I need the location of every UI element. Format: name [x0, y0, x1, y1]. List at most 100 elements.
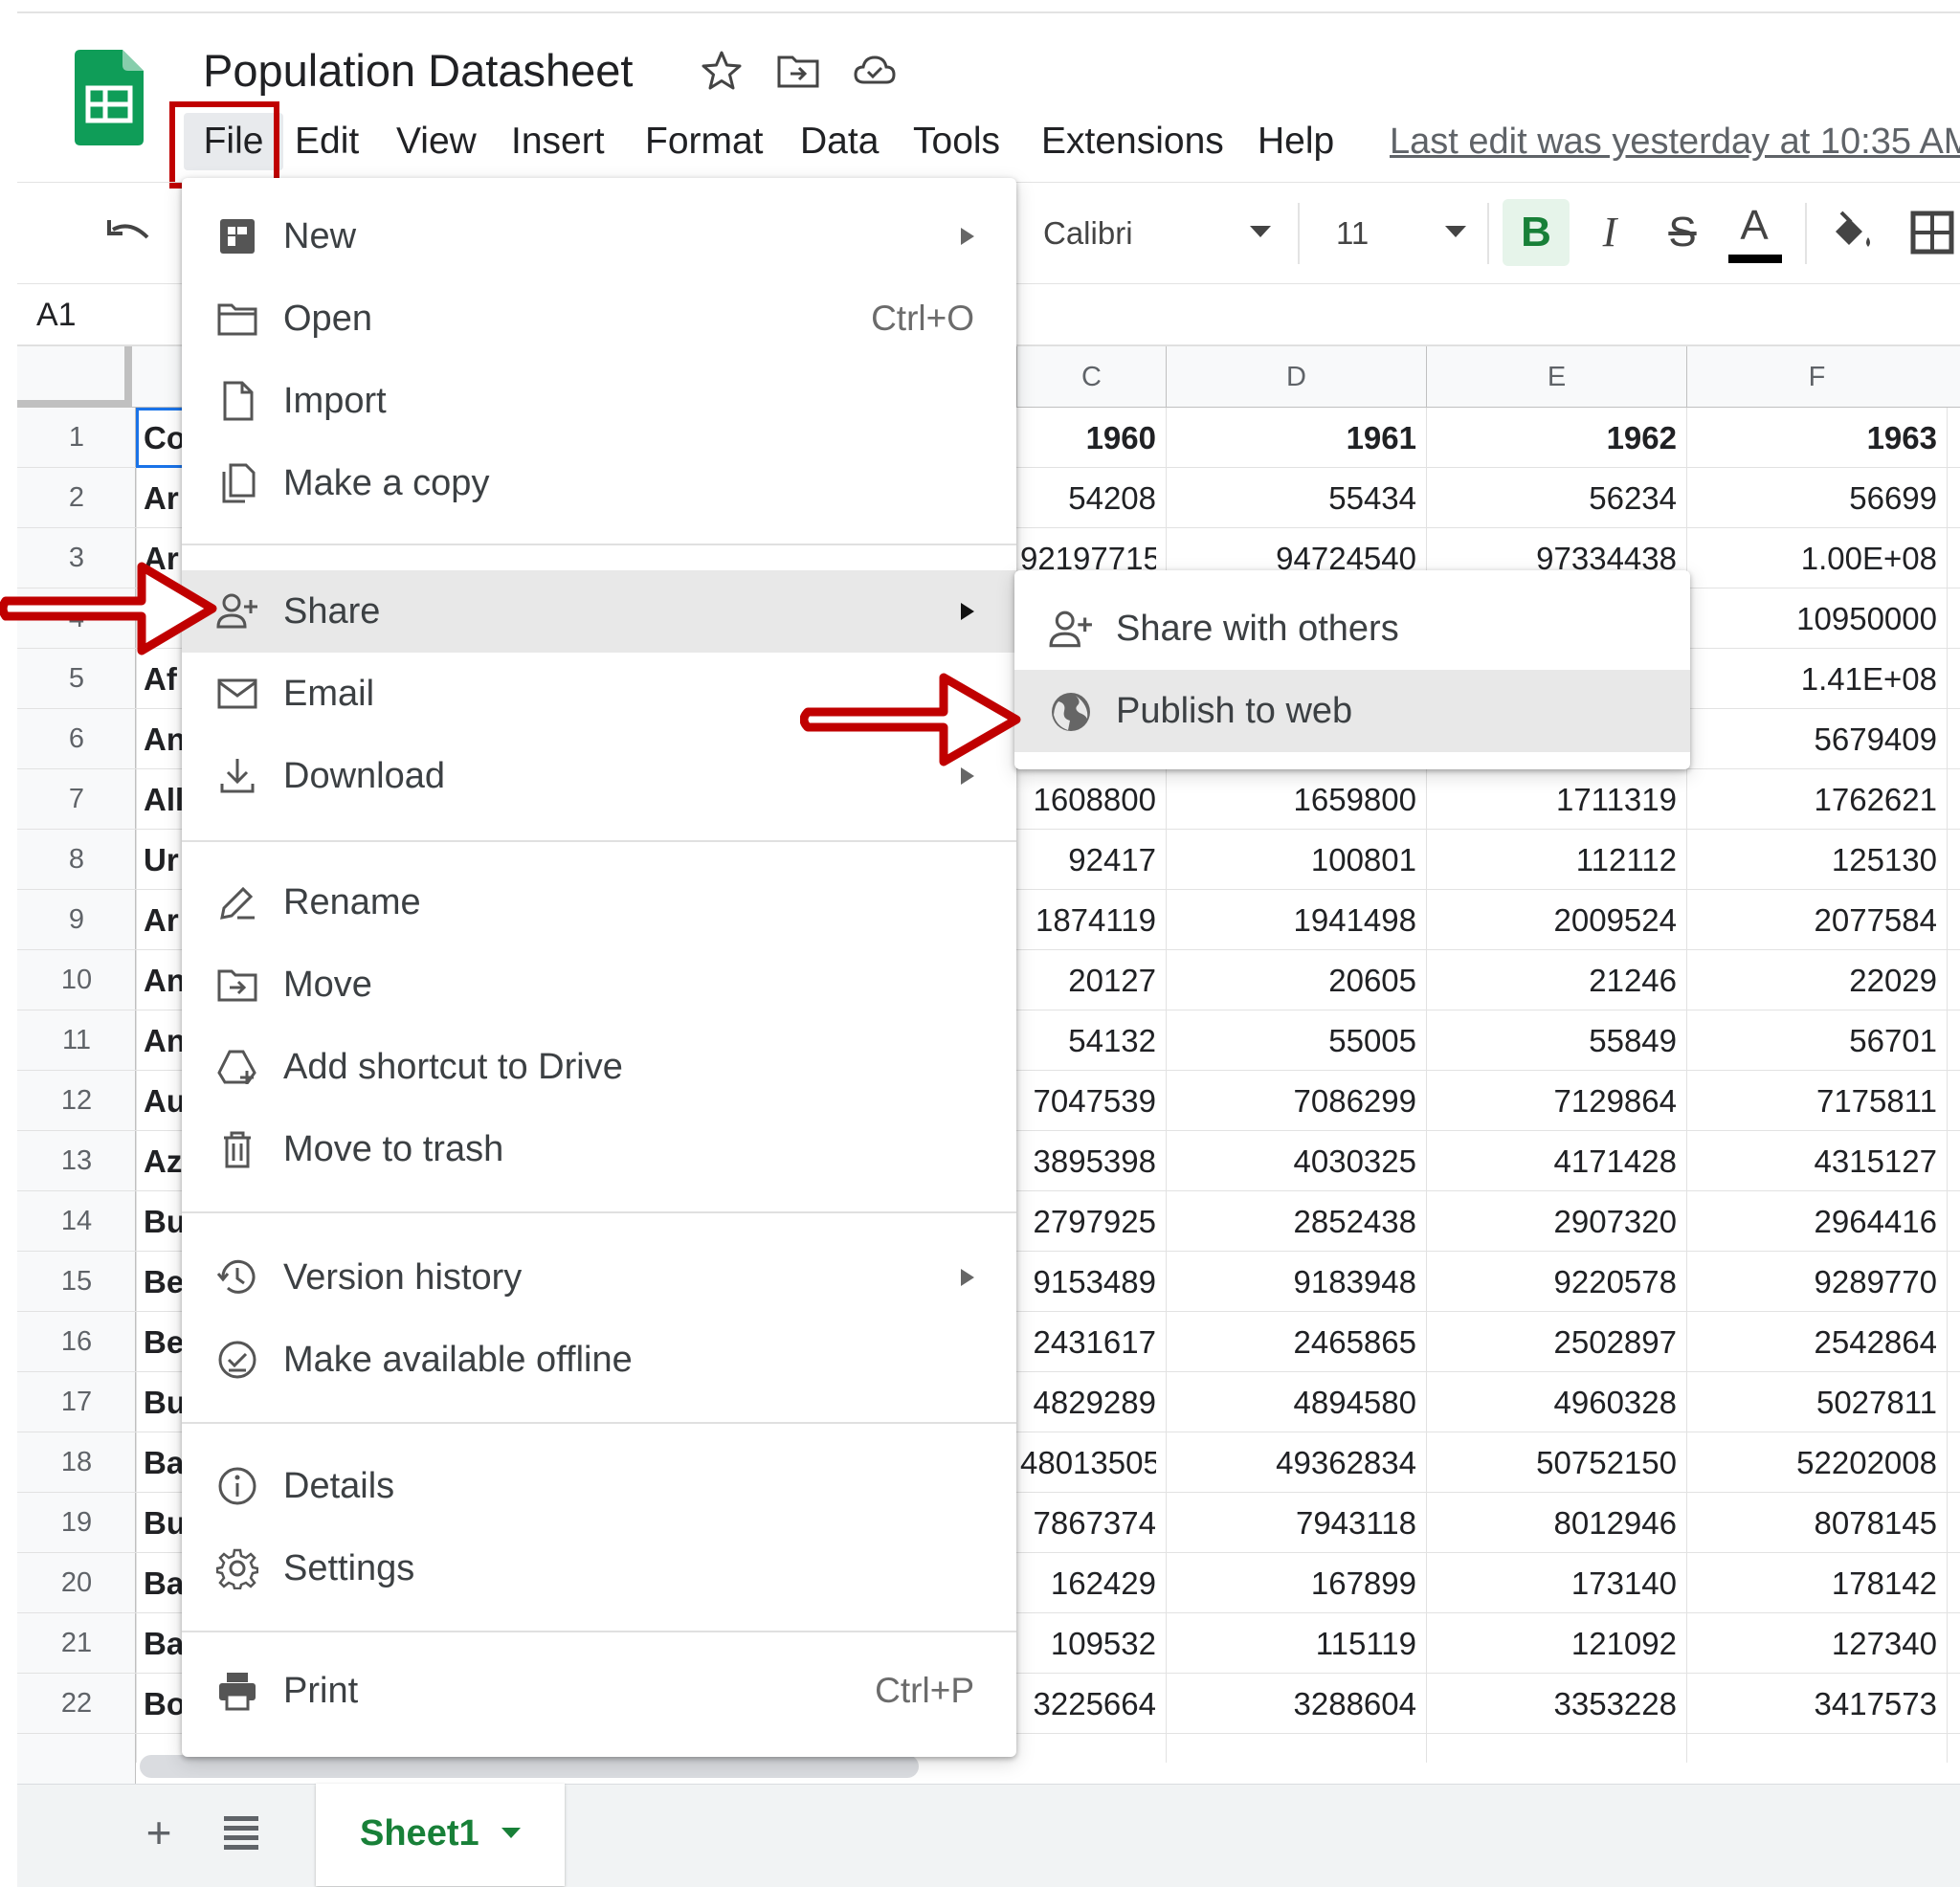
table-cell[interactable]: 56234	[1430, 468, 1677, 528]
row-header[interactable]: 17	[17, 1372, 136, 1432]
table-cell[interactable]: 9153489	[1020, 1252, 1156, 1312]
row-header[interactable]: 8	[17, 830, 136, 890]
table-cell[interactable]: 2542864	[1690, 1312, 1937, 1372]
menu-help[interactable]: Help	[1258, 113, 1334, 170]
column-header-c[interactable]: C	[1016, 346, 1166, 408]
table-cell[interactable]: 55434	[1169, 468, 1416, 528]
table-cell[interactable]: 7175811	[1690, 1071, 1937, 1131]
table-cell[interactable]: 55005	[1169, 1010, 1416, 1071]
table-cell[interactable]: 5679409	[1690, 709, 1937, 769]
menu-format[interactable]: Format	[645, 113, 764, 170]
strikethrough-button[interactable]: S	[1656, 199, 1709, 266]
table-cell[interactable]: Ar	[144, 890, 182, 950]
table-cell[interactable]: 112112	[1430, 830, 1677, 890]
borders-icon[interactable]	[1910, 211, 1954, 255]
table-cell[interactable]: An	[144, 950, 182, 1010]
table-cell[interactable]: Bu	[144, 1372, 182, 1432]
table-cell[interactable]: 162429	[1020, 1553, 1156, 1613]
table-cell[interactable]: 54132	[1020, 1010, 1156, 1071]
all-sheets-list-icon[interactable]	[222, 1810, 260, 1854]
row-header[interactable]: 20	[17, 1553, 136, 1613]
table-cell[interactable]: Az	[144, 1131, 182, 1191]
table-cell[interactable]: 167899	[1169, 1553, 1416, 1613]
table-cell[interactable]: 1711319	[1430, 769, 1677, 830]
table-cell[interactable]: 5027811	[1690, 1372, 1937, 1432]
menu-item-make-copy[interactable]: Make a copy	[182, 442, 1016, 524]
name-box[interactable]: A1	[36, 291, 77, 339]
document-title[interactable]: Population Datasheet	[203, 42, 633, 100]
table-cell[interactable]: 7047539	[1020, 1071, 1156, 1131]
table-cell[interactable]: 1762621	[1690, 769, 1937, 830]
table-cell[interactable]: 127340	[1690, 1613, 1937, 1674]
cloud-status-icon[interactable]	[852, 48, 898, 94]
menu-insert[interactable]: Insert	[511, 113, 605, 170]
table-cell[interactable]: 1941498	[1169, 890, 1416, 950]
table-cell[interactable]: 173140	[1430, 1553, 1677, 1613]
last-edit-link[interactable]: Last edit was yesterday at 10:35 AM	[1390, 113, 1960, 170]
table-cell[interactable]: Ba	[144, 1553, 182, 1613]
table-cell[interactable]: 2907320	[1430, 1191, 1677, 1252]
table-cell[interactable]: 2009524	[1430, 890, 1677, 950]
table-cell[interactable]: 3353228	[1430, 1674, 1677, 1734]
horizontal-scrollbar[interactable]	[140, 1755, 919, 1778]
row-header[interactable]: 6	[17, 709, 136, 769]
table-cell[interactable]: 2852438	[1169, 1191, 1416, 1252]
star-icon[interactable]	[699, 48, 745, 94]
menu-item-offline[interactable]: Make available offline	[182, 1319, 1016, 1401]
row-header[interactable]: 2	[17, 468, 136, 528]
row-header[interactable]: 14	[17, 1191, 136, 1252]
table-cell[interactable]: 1874119	[1020, 890, 1156, 950]
row-header[interactable]: 7	[17, 769, 136, 830]
table-cell[interactable]: 4829289	[1020, 1372, 1156, 1432]
undo-icon[interactable]	[103, 212, 157, 258]
table-cell[interactable]: 20127	[1020, 950, 1156, 1010]
table-cell[interactable]: 9289770	[1690, 1252, 1937, 1312]
row-header[interactable]: 19	[17, 1493, 136, 1553]
row-header[interactable]: 15	[17, 1252, 136, 1312]
selected-cell-a1[interactable]	[136, 408, 184, 468]
table-cell[interactable]: 2431617	[1020, 1312, 1156, 1372]
table-cell[interactable]: 1659800	[1169, 769, 1416, 830]
table-cell[interactable]: 7086299	[1169, 1071, 1416, 1131]
table-cell[interactable]: Ur	[144, 830, 182, 890]
table-cell[interactable]: 48013505	[1020, 1432, 1156, 1493]
font-size-select[interactable]: 11	[1336, 205, 1369, 262]
menu-item-new[interactable]: New	[182, 195, 1016, 278]
table-cell[interactable]: 22029	[1690, 950, 1937, 1010]
menu-data[interactable]: Data	[800, 113, 879, 170]
table-cell[interactable]: 1963	[1690, 408, 1937, 468]
menu-item-rename[interactable]: Rename	[182, 861, 1016, 944]
table-cell[interactable]: 109532	[1020, 1613, 1156, 1674]
table-cell[interactable]: 2465865	[1169, 1312, 1416, 1372]
table-cell[interactable]: An	[144, 709, 182, 769]
menu-item-open[interactable]: Open Ctrl+O	[182, 278, 1016, 360]
table-cell[interactable]: 1.41E+08	[1690, 649, 1937, 709]
menu-item-move-to-trash[interactable]: Move to trash	[182, 1108, 1016, 1190]
row-header[interactable]: 1	[17, 408, 136, 468]
table-cell[interactable]: Ar	[144, 468, 182, 528]
table-cell[interactable]: 20605	[1169, 950, 1416, 1010]
table-cell[interactable]: 1.00E+08	[1690, 528, 1937, 588]
table-cell[interactable]: 7867374	[1020, 1493, 1156, 1553]
table-cell[interactable]: 3417573	[1690, 1674, 1937, 1734]
row-header[interactable]: 12	[17, 1071, 136, 1131]
menu-view[interactable]: View	[396, 113, 477, 170]
column-header-d[interactable]: D	[1166, 346, 1426, 408]
table-cell[interactable]: 54208	[1020, 468, 1156, 528]
row-header[interactable]: 11	[17, 1010, 136, 1071]
submenu-item-publish-to-web[interactable]: Publish to web	[1014, 670, 1690, 752]
table-cell[interactable]: 121092	[1430, 1613, 1677, 1674]
table-cell[interactable]: 52202008	[1690, 1432, 1937, 1493]
table-cell[interactable]: 10950000	[1690, 588, 1937, 649]
column-header-f[interactable]: F	[1686, 346, 1947, 408]
table-cell[interactable]: Bo	[144, 1674, 182, 1734]
table-cell[interactable]: 2077584	[1690, 890, 1937, 950]
table-cell[interactable]: 9220578	[1430, 1252, 1677, 1312]
table-cell[interactable]: 56701	[1690, 1010, 1937, 1071]
table-cell[interactable]: 55849	[1430, 1010, 1677, 1071]
italic-button[interactable]: I	[1583, 199, 1637, 266]
add-sheet-button[interactable]: +	[140, 1805, 178, 1860]
table-cell[interactable]: 4315127	[1690, 1131, 1937, 1191]
chevron-down-icon[interactable]	[501, 1828, 521, 1839]
table-cell[interactable]: 1961	[1169, 408, 1416, 468]
